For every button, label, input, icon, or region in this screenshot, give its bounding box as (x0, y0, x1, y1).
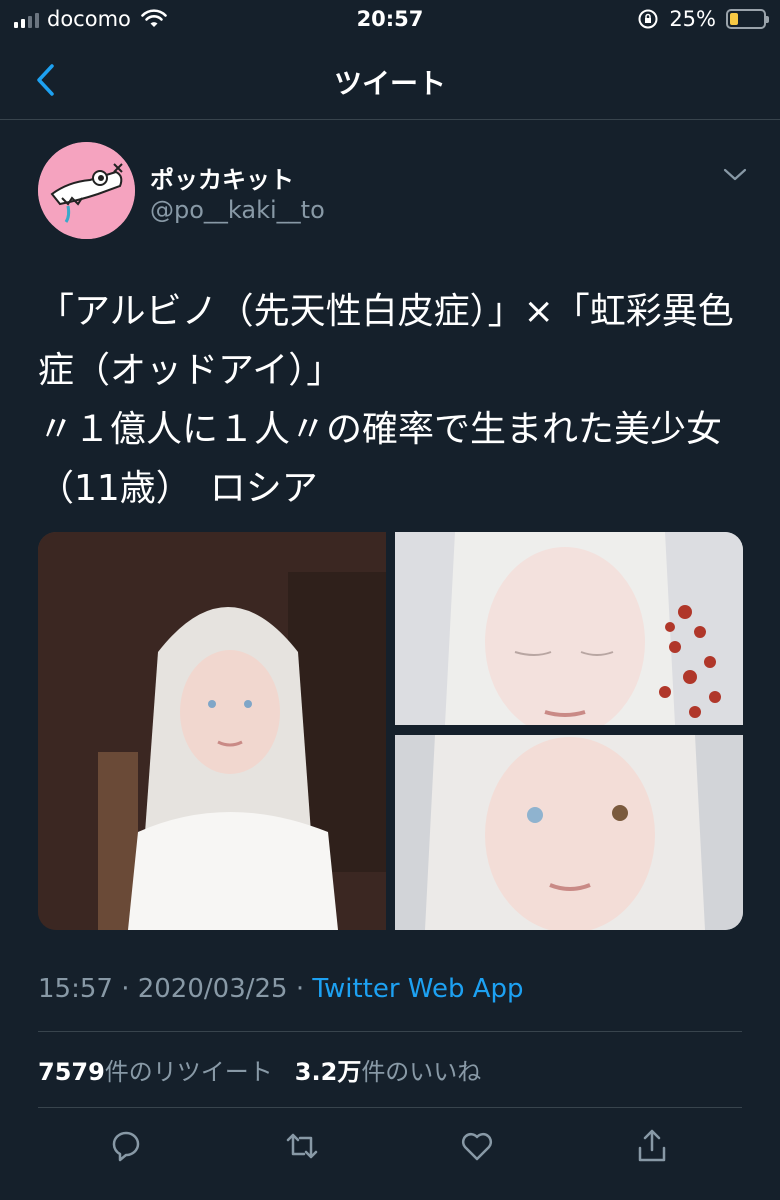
tweet-author: ポッカキット @po__kaki__to (38, 142, 748, 242)
likes-stat[interactable]: 3.2万件のいいね (295, 1052, 482, 1087)
tweet-timestamp: 15:57 · 2020/03/25 · (38, 974, 313, 1004)
tweet-actions (0, 1126, 780, 1176)
chevron-down-icon[interactable] (722, 164, 748, 184)
photo-portrait-2 (395, 532, 743, 725)
status-bar: docomo 20:57 25% (0, 0, 780, 40)
author-handle[interactable]: @po__kaki__to (150, 196, 325, 224)
retweets-stat[interactable]: 7579件のリツイート (38, 1052, 273, 1087)
tweet-media-grid (38, 532, 743, 930)
photo-2[interactable] (395, 532, 743, 725)
tweet-meta: 15:57 · 2020/03/25 · Twitter Web App (38, 974, 524, 1004)
photo-3[interactable] (395, 735, 743, 930)
share-icon[interactable] (632, 1126, 672, 1166)
retweets-label: 件のリツイート (104, 1058, 273, 1086)
author-name[interactable]: ポッカキット (150, 160, 294, 195)
tweet-stats: 7579件のリツイート 3.2万件のいいね (38, 1052, 481, 1087)
avatar[interactable] (38, 142, 135, 239)
retweets-count: 7579 (38, 1058, 105, 1086)
photo-portrait-3 (395, 735, 743, 930)
nav-bar: ツイート (0, 44, 780, 120)
tweet-text: 「アルビノ（先天性白皮症）」×「虹彩異色症（オッドアイ）」 〃１億人に１人〃の確… (38, 291, 734, 509)
battery-icon (726, 9, 769, 29)
avatar-illustration (38, 142, 135, 239)
photo-portrait-1 (38, 532, 386, 930)
tweet-source-link[interactable]: Twitter Web App (312, 974, 523, 1004)
rotation-lock-icon (638, 9, 658, 29)
likes-label: 件のいいね (361, 1058, 482, 1086)
page-title: ツイート (333, 67, 446, 100)
heart-icon[interactable] (457, 1126, 497, 1166)
battery-fill (730, 13, 738, 25)
divider (38, 1107, 742, 1108)
retweet-icon[interactable] (282, 1126, 322, 1166)
photo-1[interactable] (38, 532, 386, 930)
reply-icon[interactable] (106, 1126, 146, 1166)
status-right: 25% (637, 7, 769, 31)
likes-count: 3.2万 (294, 1058, 362, 1086)
divider (38, 1031, 742, 1032)
battery-percent: 25% (669, 7, 716, 31)
